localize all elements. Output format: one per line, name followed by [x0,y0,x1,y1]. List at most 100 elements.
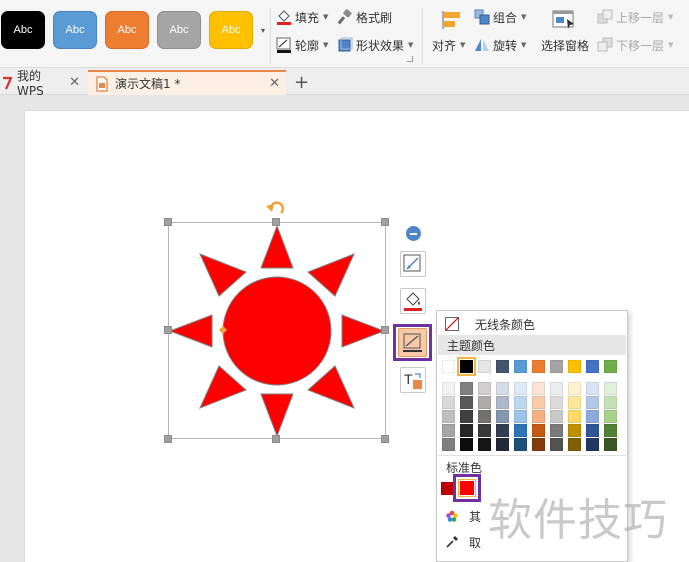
shape-style-preset-gray[interactable]: Abc [157,11,201,49]
theme-color-swatch[interactable] [586,360,599,373]
theme-shade-swatch[interactable] [460,424,473,437]
theme-shade-swatch[interactable] [496,396,509,409]
format-painter-button[interactable]: 格式刷 [337,8,392,26]
theme-color-swatch[interactable] [604,360,617,373]
theme-shade-swatch[interactable] [550,424,563,437]
theme-shade-swatch[interactable] [532,438,545,451]
theme-shade-swatch[interactable] [604,424,617,437]
theme-shade-swatch[interactable] [550,396,563,409]
resize-handle[interactable] [164,435,172,443]
resize-handle[interactable] [381,218,389,226]
group-button[interactable]: 组合 ▼ [474,8,526,26]
shape-effects-button[interactable]: 形状效果 ▼ [337,36,413,54]
theme-shade-swatch[interactable] [460,410,473,423]
resize-handle[interactable] [381,326,389,334]
bring-forward-button[interactable]: 上移一层 ▼ [597,8,673,26]
collapse-icon[interactable] [406,226,421,241]
standard-color-swatch-red[interactable] [458,479,476,497]
theme-shade-swatch[interactable] [478,438,491,451]
theme-shade-swatch[interactable] [604,396,617,409]
theme-color-swatch[interactable] [568,360,581,373]
theme-shade-swatch[interactable] [568,382,581,395]
theme-shade-swatch[interactable] [532,410,545,423]
theme-shade-swatch[interactable] [496,410,509,423]
theme-shade-swatch[interactable] [442,410,455,423]
outline-quick-button[interactable] [398,328,427,357]
theme-shade-swatch[interactable] [550,410,563,423]
selection-pane-button[interactable]: 选择窗格 [541,36,589,54]
tab-presentation-1[interactable]: 演示文稿1 * ✕ [88,70,286,95]
theme-shade-swatch[interactable] [514,396,527,409]
rotate-handle-icon[interactable] [266,201,284,214]
eyedropper-option[interactable]: 取 [445,532,481,552]
theme-shade-swatch[interactable] [478,424,491,437]
theme-shade-swatch[interactable] [532,424,545,437]
theme-shade-swatch[interactable] [568,424,581,437]
theme-shade-swatch[interactable] [442,438,455,451]
shape-style-preset-yellow[interactable]: Abc [209,11,253,49]
style-gallery-more-button[interactable]: ▾ [258,10,268,50]
send-backward-button[interactable]: 下移一层 ▼ [597,36,673,54]
theme-shade-swatch[interactable] [478,396,491,409]
theme-shade-swatch[interactable] [514,410,527,423]
theme-shade-swatch[interactable] [604,382,617,395]
shape-style-preset-black[interactable]: Abc [1,11,45,49]
dialog-launcher-icon[interactable] [407,56,413,62]
theme-shade-swatch[interactable] [478,382,491,395]
theme-shade-swatch[interactable] [568,438,581,451]
theme-color-swatch[interactable] [514,360,527,373]
theme-shade-swatch[interactable] [586,396,599,409]
theme-color-swatch[interactable] [532,360,545,373]
sun-shape[interactable] [160,196,396,448]
theme-shade-swatch[interactable] [514,438,527,451]
resize-handle[interactable] [272,218,280,226]
theme-shade-swatch[interactable] [586,410,599,423]
theme-shade-swatch[interactable] [532,396,545,409]
shape-style-button[interactable] [400,251,426,277]
theme-shade-swatch[interactable] [604,410,617,423]
align-button[interactable]: 对齐 ▼ [432,36,465,54]
close-icon[interactable]: ✕ [69,75,80,90]
shape-style-preset-orange[interactable]: Abc [105,11,149,49]
theme-shade-swatch[interactable] [568,396,581,409]
theme-shade-swatch[interactable] [442,382,455,395]
theme-color-swatch[interactable] [496,360,509,373]
theme-shade-swatch[interactable] [460,382,473,395]
resize-handle[interactable] [381,435,389,443]
close-icon[interactable]: ✕ [269,76,280,91]
theme-shade-swatch[interactable] [550,438,563,451]
theme-shade-swatch[interactable] [586,424,599,437]
theme-shade-swatch[interactable] [604,438,617,451]
theme-shade-swatch[interactable] [460,438,473,451]
theme-shade-swatch[interactable] [532,382,545,395]
theme-shade-swatch[interactable] [586,382,599,395]
theme-color-swatch[interactable] [550,360,563,373]
theme-color-swatch[interactable] [457,357,476,376]
more-colors-option[interactable]: 其 [445,506,481,526]
theme-shade-swatch[interactable] [442,396,455,409]
shape-style-preset-blue[interactable]: Abc [53,11,97,49]
fill-quick-button[interactable] [400,288,426,314]
resize-handle[interactable] [164,218,172,226]
theme-shade-swatch[interactable] [586,438,599,451]
theme-shade-swatch[interactable] [496,382,509,395]
theme-shade-swatch[interactable] [496,438,509,451]
no-line-color-option[interactable]: 无线条颜色 [445,314,535,334]
theme-shade-swatch[interactable] [514,424,527,437]
rotate-button[interactable]: 旋转 ▼ [474,36,526,54]
resize-handle[interactable] [272,435,280,443]
tab-my-wps[interactable]: 我的WPS ✕ [0,69,86,98]
theme-shade-swatch[interactable] [442,424,455,437]
theme-shade-swatch[interactable] [460,396,473,409]
resize-handle[interactable] [164,326,172,334]
theme-shade-swatch[interactable] [568,410,581,423]
theme-shade-swatch[interactable] [496,424,509,437]
theme-color-swatch[interactable] [442,360,455,373]
text-box-button[interactable]: T [400,367,426,393]
theme-color-swatch[interactable] [478,360,491,373]
new-tab-button[interactable]: + [288,70,315,95]
theme-shade-swatch[interactable] [478,410,491,423]
theme-shade-swatch[interactable] [550,382,563,395]
outline-button[interactable]: 轮廓 ▼ [276,36,328,54]
fill-button[interactable]: 填充 ▼ [276,8,328,26]
